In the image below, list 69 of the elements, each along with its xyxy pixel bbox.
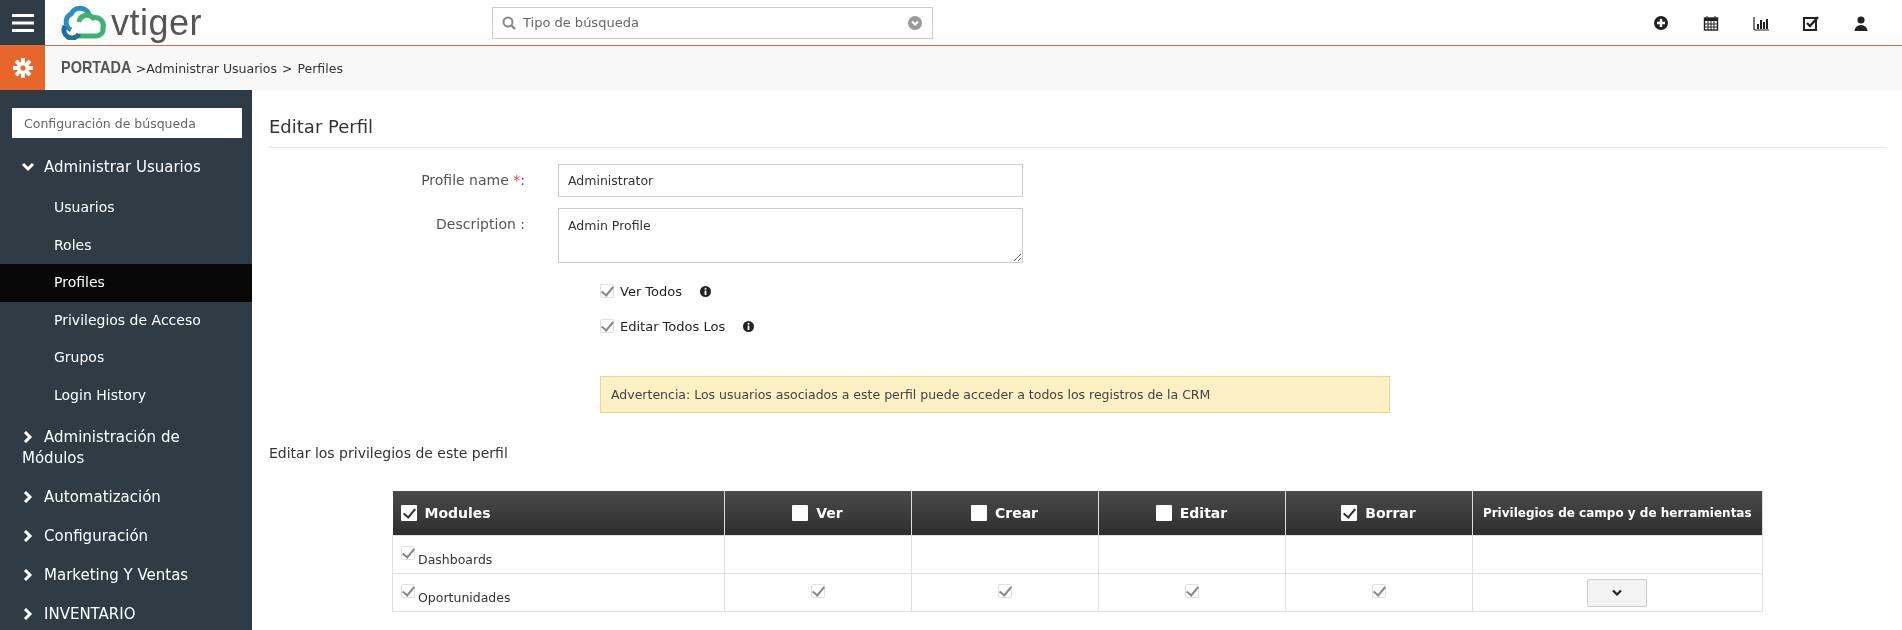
menu-group[interactable]: Configuración — [0, 517, 252, 556]
info-icon — [743, 320, 755, 332]
menu-group[interactable]: INVENTARIO — [0, 595, 252, 630]
cloud-logo-icon — [59, 5, 109, 40]
column-label: Modules — [424, 505, 491, 521]
menu-item[interactable]: Roles — [0, 226, 252, 264]
breadcrumb-link[interactable]: PORTADA — [61, 58, 132, 78]
page-title: Editar Perfil — [269, 90, 1886, 148]
breadcrumb-separator: > — [281, 60, 293, 76]
chevron-down-icon[interactable] — [908, 15, 922, 30]
breadcrumb-current: Perfiles — [297, 60, 343, 76]
menu-item[interactable]: Grupos — [0, 339, 252, 377]
checkbox[interactable] — [600, 284, 614, 298]
module-name: Oportunidades — [418, 590, 511, 605]
checkbox[interactable] — [997, 584, 1012, 598]
settings-icon — [12, 58, 33, 78]
logo-text: vtiger — [111, 2, 203, 43]
checkbox[interactable] — [1371, 584, 1386, 598]
breadcrumb-link[interactable]: >Administrar Usuarios — [135, 60, 277, 76]
column-label: Borrar — [1365, 505, 1416, 521]
menu-group[interactable]: Administrar Usuarios — [0, 148, 252, 187]
checkbox[interactable] — [401, 584, 415, 598]
column-label: Editar — [1179, 505, 1228, 521]
chevron-down-icon — [22, 161, 34, 173]
column-label: Ver — [816, 505, 843, 521]
checkbox[interactable] — [810, 584, 825, 598]
plus-circle-icon — [1653, 14, 1669, 31]
field-label: Description : — [435, 215, 526, 234]
checkbox[interactable] — [792, 505, 809, 521]
column-header: Privilegios de campo y de herramientas — [1472, 491, 1763, 536]
field-label: Profile name *: — [420, 171, 526, 190]
warning-alert: Advertencia: Los usuarios asociados a este perfil puede acceder a todos los registros de la CRM — [600, 376, 1390, 413]
calendar-icon — [1703, 14, 1719, 31]
info-icon — [700, 285, 712, 297]
menu-item[interactable]: Usuarios — [0, 189, 252, 227]
checkbox-icon — [1803, 14, 1819, 31]
checkbox-label: Ver Todos — [620, 283, 683, 299]
search-field[interactable]: Tipo de búsqueda — [492, 6, 933, 39]
menu-item[interactable]: Login History — [0, 376, 252, 414]
checkbox-label: Editar Todos Los — [620, 318, 726, 334]
checkbox[interactable] — [1341, 505, 1358, 521]
section-heading: Editar los privilegios de este perfil — [269, 445, 509, 461]
menu-icon — [11, 13, 34, 32]
menu-group[interactable]: Automatización — [0, 478, 252, 517]
chevron-down-icon — [1612, 588, 1623, 597]
checkbox[interactable] — [971, 505, 987, 521]
menu-item[interactable]: Profiles — [0, 264, 252, 302]
user-icon — [1853, 14, 1869, 31]
input-field[interactable]: Administrator — [558, 164, 1023, 197]
text-area[interactable]: Admin Profile — [558, 208, 1023, 263]
checkbox[interactable] — [1155, 505, 1172, 521]
chevron-right-icon — [22, 431, 34, 443]
checkbox[interactable] — [600, 319, 614, 333]
menu-group[interactable]: Administración de Módulos — [0, 418, 252, 478]
bar-chart-icon — [1753, 14, 1769, 31]
checkbox[interactable] — [1184, 584, 1199, 598]
module-name: Dashboards — [418, 552, 493, 567]
search-icon — [502, 15, 516, 30]
checkbox[interactable] — [400, 505, 417, 521]
chevron-right-icon — [22, 530, 34, 542]
chevron-right-icon — [22, 491, 34, 503]
menu-group[interactable]: Marketing Y Ventas — [0, 556, 252, 595]
search-field[interactable]: Configuración de búsqueda — [12, 108, 242, 138]
chevron-right-icon — [22, 569, 34, 581]
checkbox[interactable] — [401, 546, 415, 560]
menu-item[interactable]: Privilegios de Acceso — [0, 301, 252, 339]
menu-button[interactable] — [0, 0, 45, 45]
chevron-right-icon — [22, 608, 34, 620]
column-label: Crear — [995, 505, 1038, 521]
